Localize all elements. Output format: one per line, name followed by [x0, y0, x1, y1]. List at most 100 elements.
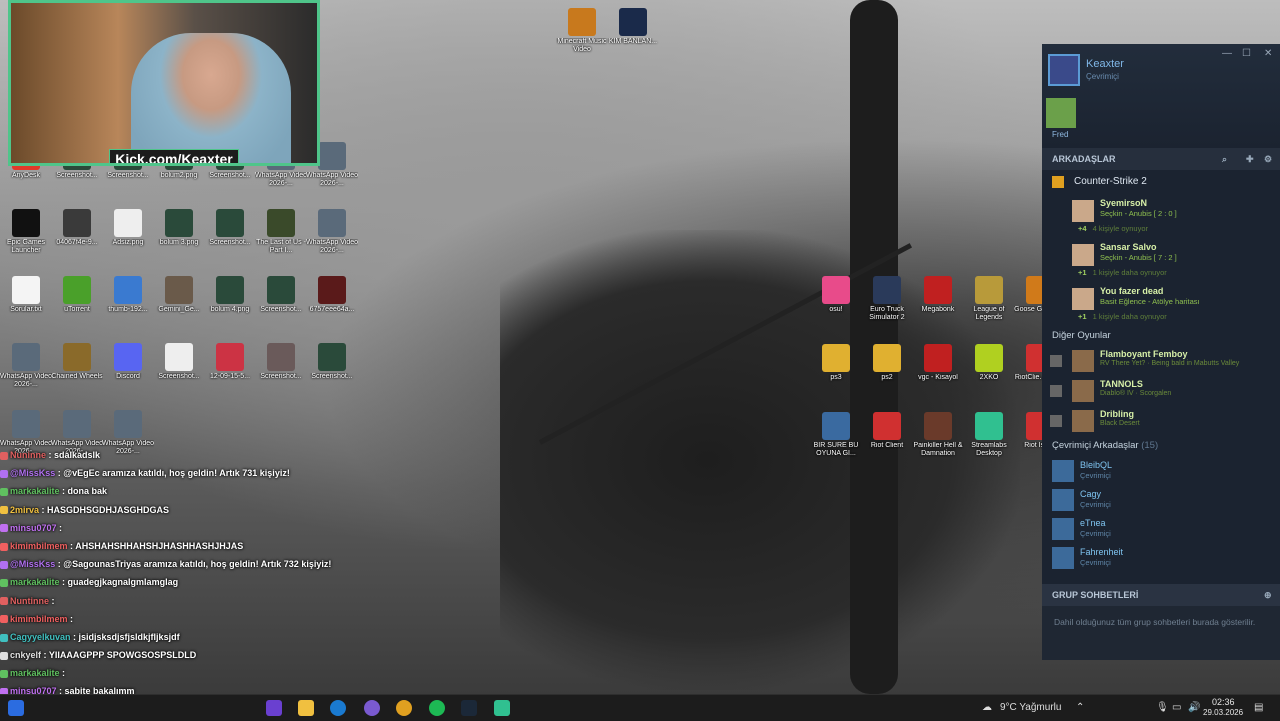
minimize-icon[interactable]: — [1222, 48, 1232, 59]
desktop-icon[interactable]: The Last of Us - Part I... [255, 209, 307, 255]
desktop-icon[interactable]: Screenshot... [306, 343, 358, 389]
chat-username[interactable]: markakalite [10, 577, 60, 587]
desktop-icon[interactable]: Sorular.txt [0, 276, 52, 322]
desktop-icon-label: bolum 3.png [159, 239, 199, 246]
friend-status: Çevrimiçi [1080, 529, 1111, 538]
edge-icon[interactable] [330, 700, 346, 716]
copilot-icon[interactable] [266, 700, 282, 716]
desktop-icon[interactable]: bolum 3.png [153, 209, 205, 255]
desktop-icon-label: Screenshot... [56, 172, 98, 179]
friend-in-game[interactable]: Sansar Salvo Seçkin - Anubis [ 7 : 2 ] +1 1… [1042, 238, 1280, 282]
clock-time[interactable]: 02:36 [1212, 697, 1235, 707]
close-icon[interactable]: ✕ [1264, 48, 1272, 59]
obs-icon[interactable] [364, 700, 380, 716]
chat-username[interactable]: Cagyyelkuvan [10, 632, 71, 642]
steam-icon[interactable] [461, 700, 477, 716]
desktop-icon[interactable]: 6757eee64a... [306, 276, 358, 322]
desktop-icon[interactable]: Epic Games Launcher [0, 209, 52, 255]
desktop-icon[interactable]: Painkiller Hell & Damnation [912, 412, 964, 458]
desktop-icon[interactable]: Discord [102, 343, 154, 389]
desktop-icon-image [873, 412, 901, 440]
chat-username[interactable]: kimimbilmem [10, 541, 68, 551]
desktop-icon[interactable]: 04067f4e-9... [51, 209, 103, 255]
desktop-icon[interactable]: Streamlabs Desktop [963, 412, 1015, 458]
chat-username[interactable]: markakalite [10, 486, 60, 496]
desktop-icon-image [924, 276, 952, 304]
game-group-cs2[interactable]: Counter-Strike 2 [1042, 170, 1280, 194]
desktop-icon[interactable]: KIM BANLAN... [607, 8, 659, 54]
desktop-icon[interactable]: ps2 [861, 344, 913, 390]
desktop-icon[interactable]: Minecraft Music Video [556, 8, 608, 54]
online-friend[interactable]: Cagy Çevrimiçi [1042, 485, 1280, 514]
friend-other-game[interactable]: TANNOLS Diablo® IV · Scorgalen [1042, 376, 1280, 406]
desktop-icon[interactable]: uTorrent [51, 276, 103, 322]
desktop-icon[interactable]: osu! [810, 276, 862, 322]
notification-icon[interactable]: ▤ [1254, 702, 1263, 713]
start-icon[interactable] [8, 700, 24, 716]
online-friends-header[interactable]: Çevrimiçi Arkadaşlar (15) [1042, 436, 1280, 456]
settings-icon[interactable]: ⚙ [1264, 148, 1272, 170]
desktop-icon[interactable]: bolum 4.png [204, 276, 256, 322]
online-friend[interactable]: Fahrenheit Çevrimiçi [1042, 543, 1280, 572]
chat-username[interactable]: Nuntinne [10, 596, 49, 606]
desktop-icon[interactable]: thumb-192... [102, 276, 154, 322]
streamlabs-icon[interactable] [494, 700, 510, 716]
chat-username[interactable]: Nuninne [10, 450, 46, 460]
chat-username[interactable]: 2mirva [10, 505, 39, 515]
desktop-icon[interactable]: WhatsApp Video 2026-... [0, 343, 52, 389]
desktop-icon[interactable]: vgc - Kisayol [912, 344, 964, 390]
chat-username[interactable]: cnkyelf [10, 650, 41, 660]
desktop-icon[interactable]: Chained Wheels [51, 343, 103, 389]
desktop-icon[interactable]: Gemini_Ge... [153, 276, 205, 322]
friend-avatar [1072, 288, 1094, 310]
desktop-icon[interactable]: 2XKO [963, 344, 1015, 390]
user-avatar[interactable] [1048, 54, 1080, 86]
desktop-icon[interactable]: ps3 [810, 344, 862, 390]
chat-username[interactable]: markakalite [10, 668, 60, 678]
desktop-icon[interactable]: 12-09-15-5... [204, 343, 256, 389]
tray-chevron-icon[interactable]: ⌃ [1076, 702, 1084, 713]
desktop-icon[interactable]: Megabonk [912, 276, 964, 322]
desktop-icon[interactable]: League of Legends [963, 276, 1015, 322]
desktop-icon[interactable]: WhatsApp Video 2026-... [306, 209, 358, 255]
file-explorer-icon[interactable] [298, 700, 314, 716]
clock-date[interactable]: 29.03.2026 [1203, 708, 1243, 717]
online-friend[interactable]: eTnea Çevrimiçi [1042, 514, 1280, 543]
favorite-friend-avatar[interactable] [1046, 98, 1076, 128]
desktop-icon[interactable]: Adsiz.png [102, 209, 154, 255]
desktop-icon-label: WhatsApp Video 2026-... [306, 172, 358, 187]
desktop-icon[interactable]: Screenshot... [204, 209, 256, 255]
weather-text[interactable]: 9°C Yağmurlu [1000, 702, 1061, 713]
chat-username[interactable]: minsu0707 [10, 523, 57, 533]
desktop-icon[interactable]: Screenshot... [153, 343, 205, 389]
friend-in-game[interactable]: SyemirsoN Seçkin - Anubis [ 2 : 0 ] +4 4 ki… [1042, 194, 1280, 238]
group-chats-header[interactable]: GRUP SOHBETLERİ ⊕ [1042, 584, 1280, 606]
add-group-icon[interactable]: ⊕ [1264, 584, 1272, 606]
network-icon[interactable]: ▭ [1172, 702, 1181, 713]
spotify-icon[interactable] [429, 700, 445, 716]
maximize-icon[interactable]: ☐ [1242, 48, 1251, 59]
desktop-icon[interactable]: Euro Truck Simulator 2 [861, 276, 913, 322]
desktop-icon[interactable]: Riot Client [861, 412, 913, 458]
friend-in-game[interactable]: You fazer dead Basit Eğlence - Atölye har… [1042, 282, 1280, 326]
chat-username[interactable]: @MissKss [10, 468, 55, 478]
desktop-icon[interactable]: BIR SURE BU OYUNA GI... [810, 412, 862, 458]
other-games-list: Flamboyant Femboy RV There Yet? · Being b… [1042, 346, 1280, 436]
user-name[interactable]: Keaxter [1086, 58, 1124, 70]
microphone-icon[interactable]: 🎙 [1156, 702, 1169, 713]
add-friend-icon[interactable]: ✚ [1246, 148, 1254, 170]
online-friend[interactable]: BleibQL Çevrimiçi [1042, 456, 1280, 485]
desktop-icon-image [12, 276, 40, 304]
desktop-icon[interactable]: Screenshot... [255, 276, 307, 322]
friend-game: RV There Yet? · Being bald in Mabutts Va… [1100, 360, 1240, 367]
friend-other-game[interactable]: Flamboyant Femboy RV There Yet? · Being b… [1042, 346, 1280, 376]
chat-username[interactable]: @MissKss [10, 559, 55, 569]
chat-message: minsu0707 : [0, 519, 395, 537]
chat-username[interactable]: kimimbilmem [10, 614, 68, 624]
friend-other-game[interactable]: Dribling Black Desert [1042, 406, 1280, 436]
desktop-icon[interactable]: Screenshot... [255, 343, 307, 389]
other-games-header[interactable]: Diğer Oyunlar [1042, 326, 1280, 346]
volume-icon[interactable]: 🔊 [1188, 702, 1200, 713]
chrome-icon[interactable] [396, 700, 412, 716]
search-icon[interactable]: ⌕ [1222, 148, 1227, 170]
